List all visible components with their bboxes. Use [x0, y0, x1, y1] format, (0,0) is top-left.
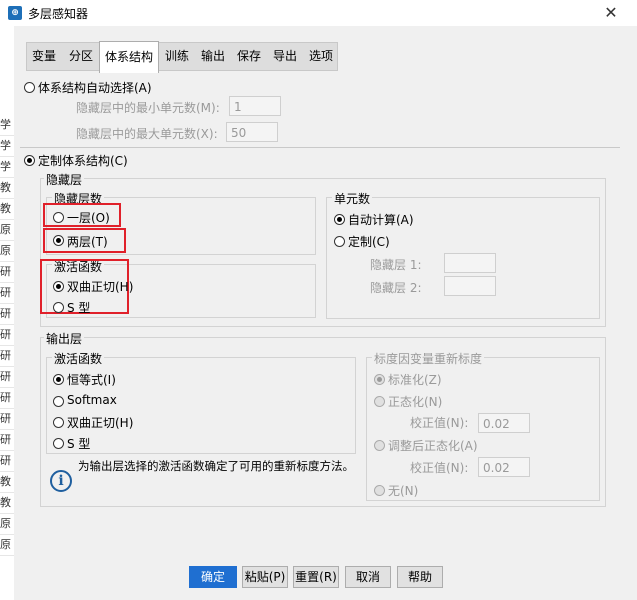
custom-architecture-label: 定制体系结构(C): [38, 154, 128, 168]
auto-architecture-label: 体系结构自动选择(A): [38, 81, 152, 95]
min-units-label: 隐藏层中的最小单元数(M):: [76, 101, 220, 115]
adj-normalize-radio[interactable]: [374, 440, 385, 451]
background-spreadsheet: 学学学教教原原研研研研研研研研研研教教原原: [0, 26, 15, 600]
window-title: 多层感知器: [28, 7, 89, 21]
background-row: 研: [0, 261, 14, 283]
softmax-label: Softmax: [67, 393, 117, 407]
background-row: 研: [0, 429, 14, 451]
normalize-radio[interactable]: [374, 396, 385, 407]
reset-button[interactable]: 重置(R): [293, 566, 339, 588]
tab-partition[interactable]: 分区: [65, 43, 97, 70]
background-row: 研: [0, 324, 14, 346]
paste-button[interactable]: 粘贴(P): [242, 566, 288, 588]
background-row: 原: [0, 534, 14, 556]
output-tanh-radio[interactable]: [53, 417, 64, 428]
background-row: 学: [0, 156, 14, 178]
background-row: 研: [0, 345, 14, 367]
background-row: 教: [0, 177, 14, 199]
background-row: 学: [0, 114, 14, 136]
tab-output[interactable]: 输出: [197, 43, 229, 70]
units-heading: 单元数: [332, 190, 373, 207]
tab-export[interactable]: 导出: [269, 43, 301, 70]
correction1-label: 校正值(N):: [410, 416, 469, 430]
tab-training[interactable]: 训练: [161, 43, 193, 70]
background-row: 研: [0, 366, 14, 388]
background-row: 教: [0, 471, 14, 493]
none-radio[interactable]: [374, 485, 385, 496]
background-row: 原: [0, 240, 14, 262]
correction2-input[interactable]: 0.02: [478, 457, 530, 477]
hidden-sigmoid-radio[interactable]: [53, 302, 64, 313]
hidden-tanh-radio[interactable]: [53, 281, 64, 292]
separator: [20, 147, 620, 148]
background-row: 研: [0, 450, 14, 472]
hidden-sigmoid-label: S 型: [67, 301, 91, 315]
auto-architecture-radio[interactable]: [24, 82, 35, 93]
output-tanh-label: 双曲正切(H): [67, 416, 134, 430]
app-icon: ⊕: [8, 6, 22, 20]
max-units-input[interactable]: 50: [226, 122, 278, 142]
two-layers-radio[interactable]: [53, 235, 64, 246]
tab-options[interactable]: 选项: [305, 43, 337, 70]
min-units-input[interactable]: 1: [229, 96, 281, 116]
info-text: 为输出层选择的激活函数确定了可用的重新标度方法。: [78, 459, 354, 473]
tab-architecture[interactable]: 体系结构: [99, 41, 159, 73]
auto-compute-radio[interactable]: [334, 214, 345, 225]
hidden2-label: 隐藏层 2:: [370, 281, 422, 295]
standardize-label: 标准化(Z): [388, 373, 442, 387]
title-bar: ⊕ 多层感知器 ✕: [0, 0, 637, 26]
info-icon: i: [50, 470, 72, 492]
correction1-input[interactable]: 0.02: [478, 413, 530, 433]
hidden1-input[interactable]: [444, 253, 496, 273]
one-layer-radio[interactable]: [53, 212, 64, 223]
background-row: 教: [0, 492, 14, 514]
ok-button[interactable]: 确定: [189, 566, 237, 588]
hidden-tanh-label: 双曲正切(H): [67, 280, 134, 294]
close-icon[interactable]: ✕: [600, 2, 622, 24]
output-sigmoid-radio[interactable]: [53, 438, 64, 449]
background-row: 原: [0, 513, 14, 535]
identity-radio[interactable]: [53, 374, 64, 385]
background-row: 研: [0, 282, 14, 304]
softmax-radio[interactable]: [53, 396, 64, 407]
one-layer-label: 一层(O): [67, 211, 110, 225]
cancel-button[interactable]: 取消: [345, 566, 391, 588]
tab-strip: 变量 分区 体系结构 训练 输出 保存 导出 选项: [26, 41, 338, 73]
background-row: 研: [0, 408, 14, 430]
hidden2-input[interactable]: [444, 276, 496, 296]
tab-variables[interactable]: 变量: [27, 43, 61, 70]
background-row: 原: [0, 219, 14, 241]
hidden-layer-heading: 隐藏层: [44, 171, 85, 188]
output-sigmoid-label: S 型: [67, 437, 91, 451]
two-layers-label: 两层(T): [67, 235, 108, 249]
background-row: 研: [0, 387, 14, 409]
output-activation-heading: 激活函数: [52, 350, 105, 367]
adj-normalize-label: 调整后正态化(A): [388, 439, 478, 453]
tab-save[interactable]: 保存: [233, 43, 265, 70]
background-row: 教: [0, 198, 14, 220]
rescale-heading: 标度因变量重新标度: [372, 350, 485, 367]
standardize-radio[interactable]: [374, 374, 385, 385]
auto-compute-label: 自动计算(A): [348, 213, 414, 227]
none-label: 无(N): [388, 484, 419, 498]
help-button[interactable]: 帮助: [397, 566, 443, 588]
custom-architecture-radio[interactable]: [24, 155, 35, 166]
background-row: 学: [0, 135, 14, 157]
output-layer-heading: 输出层: [44, 330, 85, 347]
normalize-label: 正态化(N): [388, 395, 443, 409]
custom-units-label: 定制(C): [348, 235, 390, 249]
background-row: 研: [0, 303, 14, 325]
max-units-label: 隐藏层中的最大单元数(X):: [76, 127, 218, 141]
identity-label: 恒等式(I): [67, 373, 116, 387]
hidden1-label: 隐藏层 1:: [370, 258, 422, 272]
correction2-label: 校正值(N):: [410, 461, 469, 475]
custom-units-radio[interactable]: [334, 236, 345, 247]
